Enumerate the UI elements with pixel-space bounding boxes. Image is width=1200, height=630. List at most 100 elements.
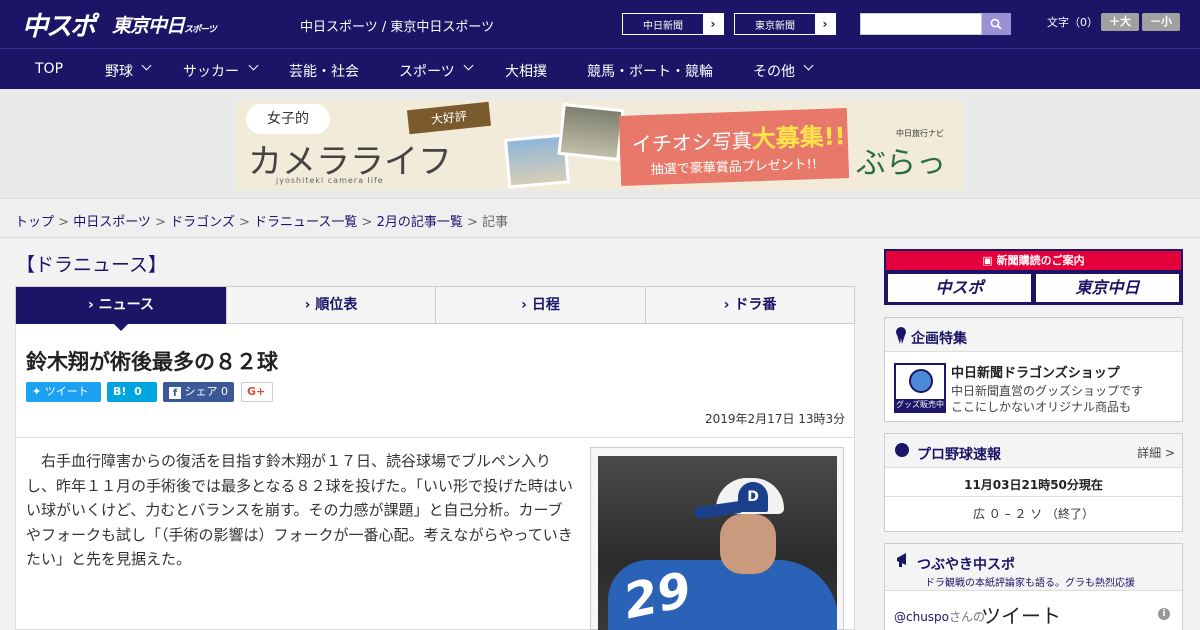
- search-input[interactable]: [860, 13, 982, 35]
- shop-desc-1: 中日新聞直営のグッズショップです: [951, 384, 1144, 398]
- chevron-down-icon[interactable]: [803, 60, 814, 71]
- tweet-subtitle: ドラ観戦の本紙評論家も語る。グラも熱烈応援: [925, 578, 1135, 589]
- megaphone-icon: [897, 553, 906, 567]
- tokyo-shinbun-link[interactable]: 東京新聞 ›: [734, 13, 836, 35]
- twitter-icon: ✦: [32, 385, 42, 398]
- tab-doraban[interactable]: › ドラ番: [646, 287, 854, 324]
- chevron-right-icon: ›: [815, 14, 835, 34]
- photo-face: [720, 514, 776, 574]
- baseball-score-box: プロ野球速報 詳細 > 11月03日21時50分現在 広 ０ – ２ ソ （終了…: [884, 433, 1183, 532]
- tab-news[interactable]: › ニュース: [16, 287, 227, 324]
- article-photo[interactable]: 29 D: [590, 447, 844, 630]
- hatena-count: 0: [134, 385, 142, 398]
- dragons-shop-icon[interactable]: グッズ販売中: [894, 363, 946, 413]
- site-name: 中日スポーツ / 東京中日スポーツ: [300, 20, 495, 35]
- breadcrumb-top[interactable]: トップ: [15, 215, 54, 230]
- search-button[interactable]: [982, 13, 1011, 35]
- chevron-down-icon[interactable]: [463, 60, 474, 71]
- tokyo-chunichi-logo[interactable]: 東京中日スポーツ: [112, 11, 217, 38]
- banner-red-panel: イチオシ写真大募集!! 抽選で豪華賞品プレゼント!!: [618, 108, 850, 186]
- camera-life-banner[interactable]: 女子的 カメラライフ jyoshiteki camera life 大好評 イチ…: [236, 100, 964, 190]
- ext-link-label: 中日新聞: [643, 21, 683, 32]
- handle-text[interactable]: @chuspo: [894, 610, 949, 624]
- nav-top[interactable]: TOP: [35, 61, 63, 77]
- tab-standings[interactable]: › 順位表: [227, 287, 436, 324]
- breadcrumb-sep: >: [357, 215, 377, 230]
- breadcrumb-news-list[interactable]: ドラニュース一覧: [254, 215, 357, 230]
- shop-title[interactable]: 中日新聞ドラゴンズショップ: [951, 362, 1120, 381]
- baseball-icon: [895, 443, 909, 457]
- breadcrumb-dragons[interactable]: ドラゴンズ: [170, 215, 235, 230]
- nav-keiba[interactable]: 競馬・ボート・競輪: [587, 61, 713, 81]
- breadcrumb-bar: トップ > 中日スポーツ > ドラゴンズ > ドラニュース一覧 > 2月の記事一…: [0, 200, 1200, 238]
- banner-red-pre: イチオシ写真: [631, 128, 753, 157]
- breadcrumb-sep: >: [54, 215, 74, 230]
- font-smaller-button[interactable]: －小: [1142, 13, 1180, 31]
- nav-other[interactable]: その他: [753, 61, 795, 81]
- score-timestamp: 11月03日21時50分現在: [964, 478, 1103, 492]
- hatena-button[interactable]: B! 0: [107, 382, 157, 402]
- tweet-heading: ツイート: [981, 604, 1061, 628]
- chuspo-logo[interactable]: 中スポ: [22, 6, 96, 43]
- nav-sumo[interactable]: 大相撲: [505, 61, 547, 81]
- ext-link-label: 東京新聞: [755, 21, 795, 32]
- tokyo-logo-small: スポーツ: [184, 25, 217, 35]
- banner-bubble: 女子的: [246, 104, 330, 134]
- banner-subtitle: jyoshiteki camera life: [276, 176, 384, 185]
- tweet-button[interactable]: ✦ ツイート: [26, 382, 101, 402]
- banner-zone: 女子的 カメラライフ jyoshiteki camera life 大好評 イチ…: [0, 89, 1200, 199]
- active-tab-marker: [114, 324, 128, 331]
- breadcrumb-sep: >: [462, 215, 483, 230]
- article-headline: 鈴木翔が術後最多の８２球: [26, 350, 278, 374]
- baseball-score-title: プロ野球速報: [917, 447, 1001, 463]
- baseball-score-header: プロ野球速報 詳細 >: [885, 434, 1182, 468]
- banner-right-big: ぶらっ人: [856, 146, 946, 181]
- banner-red-big: 大募集!!: [751, 122, 847, 154]
- shop-desc-2: ここにしかないオリジナル商品も: [951, 400, 1132, 414]
- score-divider: [885, 496, 1182, 497]
- breadcrumb-sep: >: [150, 215, 171, 230]
- tab-label: 日程: [531, 297, 560, 313]
- mascot-icon: [909, 369, 933, 393]
- subscribe-box[interactable]: ▣ 新聞購読のご案内 中スポ 東京中日: [884, 249, 1183, 305]
- info-icon[interactable]: i: [1158, 608, 1170, 620]
- gplus-button[interactable]: G+: [241, 382, 273, 402]
- font-size-label: 文字（0）: [1047, 16, 1098, 29]
- ribbon-icon: [896, 327, 906, 344]
- nav-sports[interactable]: スポーツ: [399, 61, 455, 81]
- baseball-detail-link[interactable]: 詳細 >: [1137, 444, 1175, 461]
- hatena-icon: B!: [113, 385, 127, 398]
- banner-photo: [557, 102, 625, 162]
- nav-entertainment[interactable]: 芸能・社会: [289, 61, 359, 81]
- font-larger-button[interactable]: ＋大: [1101, 13, 1139, 31]
- nav-baseball[interactable]: 野球: [105, 61, 133, 81]
- subscribe-tokyo[interactable]: 東京中日: [1036, 274, 1179, 302]
- banner-tag: 大好評: [406, 101, 492, 135]
- handle-suffix: さんの: [949, 610, 986, 624]
- shop-tag: グッズ販売中: [896, 399, 944, 411]
- nav-soccer[interactable]: サッカー: [183, 61, 239, 81]
- subscribe-title: 新聞購読のご案内: [996, 254, 1085, 267]
- tweet-title: つぶやき中スポ: [917, 557, 1015, 573]
- twitter-handle[interactable]: @chuspoさんの: [894, 608, 985, 625]
- facebook-icon: f: [169, 387, 181, 399]
- facebook-share-button[interactable]: f シェア 0: [163, 382, 234, 402]
- subscribe-header: ▣ 新聞購読のご案内: [886, 251, 1181, 270]
- breadcrumb: トップ > 中日スポーツ > ドラゴンズ > ドラニュース一覧 > 2月の記事一…: [15, 211, 508, 230]
- tweet-box: つぶやき中スポ ドラ観戦の本紙評論家も語る。グラも熱烈応援 @chuspoさんの…: [884, 543, 1183, 630]
- breadcrumb-month[interactable]: 2月の記事一覧: [377, 215, 463, 230]
- subscribe-chuspo[interactable]: 中スポ: [888, 274, 1031, 302]
- game-score[interactable]: 広 ０ – ２ ソ （終了）: [885, 505, 1182, 522]
- dragons-tabs: › ニュース › 順位表 › 日程 › ドラ番: [15, 286, 855, 324]
- tab-schedule[interactable]: › 日程: [436, 287, 646, 324]
- chevron-down-icon[interactable]: [141, 60, 152, 71]
- tweet-header: つぶやき中スポ ドラ観戦の本紙評論家も語る。グラも熱烈応援: [885, 544, 1182, 590]
- special-feature-box: 企画特集 グッズ販売中 中日新聞ドラゴンズショップ 中日新聞直営のグッズショップ…: [884, 317, 1183, 422]
- newspaper-icon: ▣: [982, 254, 993, 267]
- breadcrumb-chuspo[interactable]: 中日スポーツ: [73, 215, 151, 230]
- tweet-label: ツイート: [44, 385, 89, 398]
- tab-label: ニュース: [98, 297, 154, 313]
- search-icon: [990, 18, 1002, 30]
- chevron-down-icon[interactable]: [248, 60, 259, 71]
- chunichi-shinbun-link[interactable]: 中日新聞 ›: [622, 13, 724, 35]
